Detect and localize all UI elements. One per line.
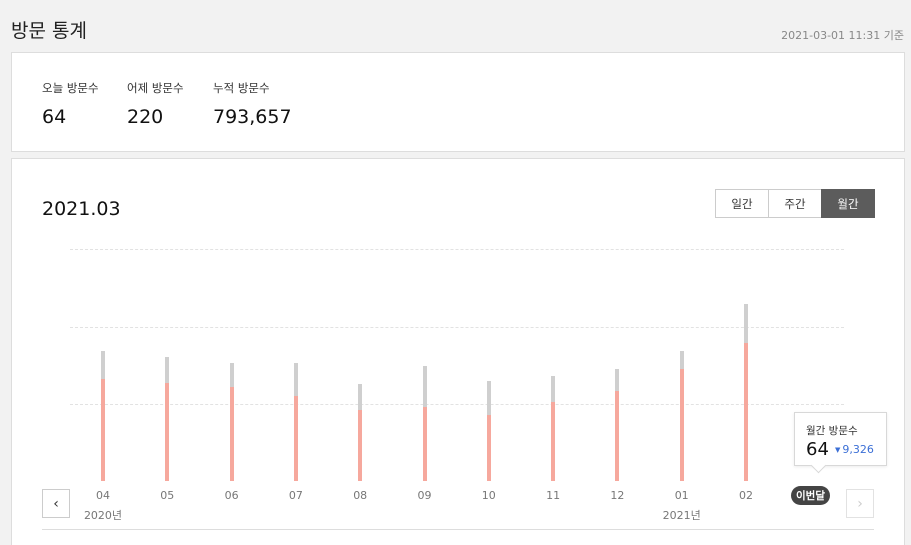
bar-04[interactable]: [101, 350, 105, 481]
bar-12[interactable]: [615, 369, 620, 481]
tab-monthly[interactable]: 월간: [821, 189, 875, 218]
stat-total: 누적 방문수 793,657: [213, 80, 292, 128]
tooltip-label: 월간 방문수: [806, 425, 858, 437]
x-tick-label: 09: [417, 489, 432, 502]
tooltip-change: ▼ 9,326: [835, 443, 874, 456]
page-title: 방문 통계: [11, 20, 87, 42]
summary-card: 오늘 방문수 64 어제 방문수 220 누적 방문수 793,657: [11, 52, 905, 152]
year-label: 2020년: [83, 509, 123, 522]
bar-part-07: [293, 395, 298, 481]
bar-part-01: [679, 369, 684, 481]
tab-weekly[interactable]: 주간: [768, 189, 822, 218]
updated-timestamp: 2021-03-01 11:31 기준: [781, 29, 904, 42]
bar-part-06: [229, 386, 234, 481]
stat-today-value: 64: [42, 106, 67, 128]
bar-07[interactable]: [293, 363, 298, 481]
x-tick-label: 07: [288, 489, 303, 502]
bar-02[interactable]: [744, 304, 748, 481]
current-month-badge: 이번달: [791, 486, 830, 505]
bar-01[interactable]: [679, 350, 684, 481]
gridline: [70, 327, 844, 328]
x-tick-label: 02: [739, 489, 753, 502]
chevron-left-icon: ‹: [53, 495, 59, 512]
tooltip-value: 64: [806, 439, 829, 460]
stat-today: 오늘 방문수 64: [42, 80, 99, 128]
gridline: [70, 249, 844, 250]
bar-part-05: [165, 383, 170, 481]
x-tick-label: 01: [674, 489, 689, 502]
bar-10[interactable]: [486, 380, 491, 481]
bar-part-02: [744, 343, 748, 481]
x-tick-label: 06: [224, 489, 239, 502]
bar-part-11: [551, 401, 556, 481]
bar-11[interactable]: [551, 375, 556, 481]
chart-card: 2021.03 일간 주간 월간 ‹ › 이번달 월간 방문수 64 ▼ 9,3…: [11, 158, 905, 545]
tab-daily[interactable]: 일간: [715, 189, 769, 218]
bar-part-04: [101, 379, 105, 481]
bar-08[interactable]: [358, 384, 363, 481]
bar-part-09: [422, 407, 427, 481]
x-tick-label: 11: [546, 489, 561, 502]
divider: [42, 529, 874, 530]
stat-today-label: 오늘 방문수: [42, 81, 99, 95]
stat-total-value: 793,657: [213, 106, 292, 128]
bar-05[interactable]: [165, 356, 170, 481]
stat-yesterday: 어제 방문수 220: [127, 80, 184, 128]
year-label: 2021년: [662, 509, 701, 522]
monthly-visits-tooltip: 월간 방문수 64 ▼ 9,326: [794, 412, 887, 466]
bar-06[interactable]: [229, 363, 234, 481]
prev-period-button[interactable]: ‹: [42, 489, 70, 518]
bar-part-12: [615, 390, 620, 481]
stat-yesterday-value: 220: [127, 106, 164, 128]
x-tick-label: 05: [160, 489, 175, 502]
stat-total-label: 누적 방문수: [213, 81, 270, 95]
chevron-right-icon: ›: [857, 495, 863, 512]
x-tick-label: 10: [481, 489, 496, 502]
triangle-down-icon: ▼: [835, 445, 841, 454]
gridline: [70, 404, 844, 405]
bar-part-08: [358, 409, 363, 481]
next-period-button[interactable]: ›: [846, 489, 874, 518]
stat-yesterday-label: 어제 방문수: [127, 81, 184, 95]
x-tick-label: 08: [353, 489, 368, 502]
tooltip-change-value: 9,326: [842, 443, 874, 456]
period-tabs: 일간 주간 월간: [715, 189, 875, 218]
bar-09[interactable]: [422, 365, 427, 481]
chart-period-title: 2021.03: [42, 198, 121, 220]
bar-part-10: [486, 414, 491, 481]
x-tick-label: 12: [610, 489, 625, 502]
x-tick-label: 04: [96, 489, 110, 502]
